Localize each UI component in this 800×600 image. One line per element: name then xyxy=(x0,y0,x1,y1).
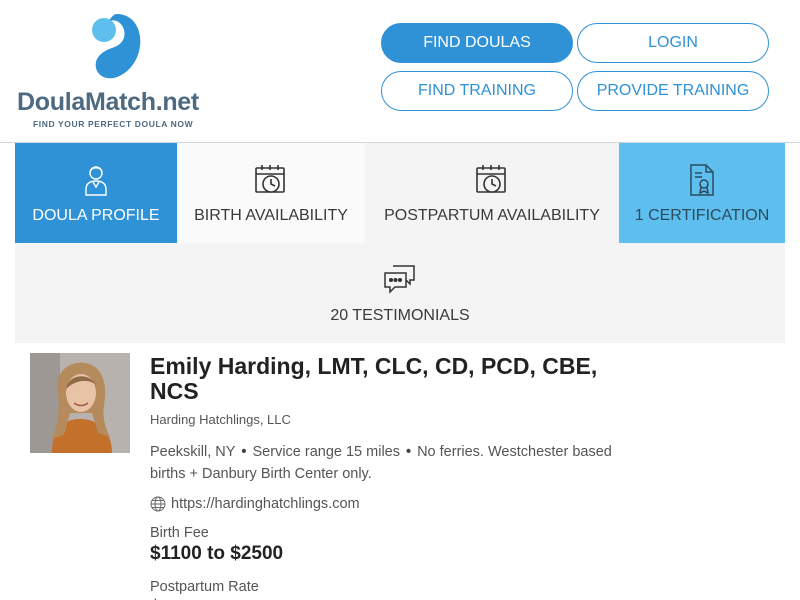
doula-name: Emily Harding, LMT, CLC, CD, PCD, CBE, N… xyxy=(150,353,598,404)
company-name: Harding Hatchlings, LLC xyxy=(150,412,291,427)
tab-birth-availability[interactable]: BIRTH AVAILABILITY xyxy=(177,143,365,243)
logo-word-doula: Doula xyxy=(17,88,85,116)
site-header: DoulaMatch.net FIND YOUR PERFECT DOULA N… xyxy=(0,0,800,143)
website-url[interactable]: https://hardinghatchlings.com xyxy=(171,496,360,512)
doula-person-icon xyxy=(83,163,109,197)
service-range: Service range 15 miles xyxy=(252,444,401,460)
find-doulas-button[interactable]: FIND DOULAS xyxy=(381,23,573,63)
tab-testimonials[interactable]: 20 TESTIMONIALS xyxy=(15,243,785,343)
tab-label: POSTPARTUM AVAILABILITY xyxy=(384,207,600,224)
location-city: Peekskill, NY xyxy=(150,444,236,460)
calendar-clock-icon xyxy=(475,163,509,197)
postpartum-rate-label: Postpartum Rate xyxy=(150,579,259,595)
tab-label: 20 TESTIMONIALS xyxy=(330,307,470,324)
location-details: Peekskill, NY • Service range 15 miles • No … xyxy=(150,441,640,485)
logo-word-match: Match xyxy=(84,88,156,116)
separator-dot: • xyxy=(406,444,412,460)
logo-wordmark[interactable]: DoulaMatch.net xyxy=(17,88,199,117)
separator-dot: • xyxy=(241,444,247,460)
tab-certification[interactable]: 1 CERTIFICATION xyxy=(619,143,785,243)
tab-label: DOULA PROFILE xyxy=(32,207,160,224)
certificate-icon xyxy=(688,163,716,197)
website-link[interactable]: https://hardinghatchlings.com xyxy=(150,496,360,512)
tab-label: BIRTH AVAILABILITY xyxy=(194,207,348,224)
provide-training-button[interactable]: PROVIDE TRAINING xyxy=(577,71,769,111)
calendar-clock-icon xyxy=(254,163,288,197)
profile-tabs: DOULA PROFILE BIRTH AVAILABILITY POSTPAR xyxy=(15,143,785,343)
logo-icon[interactable] xyxy=(92,12,142,80)
birth-fee-value: $1100 to $2500 xyxy=(150,543,284,564)
logo-tagline: FIND YOUR PERFECT DOULA NOW xyxy=(33,119,194,129)
tab-postpartum-availability[interactable]: POSTPARTUM AVAILABILITY xyxy=(365,143,619,243)
tab-label: 1 CERTIFICATION xyxy=(634,207,770,224)
logo-word-net: .net xyxy=(155,88,200,116)
tab-doula-profile[interactable]: DOULA PROFILE xyxy=(15,143,177,243)
birth-fee-label: Birth Fee xyxy=(150,525,209,541)
chat-bubbles-icon xyxy=(383,263,417,297)
avatar xyxy=(30,353,130,453)
globe-icon xyxy=(150,496,166,512)
login-button[interactable]: LOGIN xyxy=(577,23,769,63)
find-training-button[interactable]: FIND TRAINING xyxy=(381,71,573,111)
